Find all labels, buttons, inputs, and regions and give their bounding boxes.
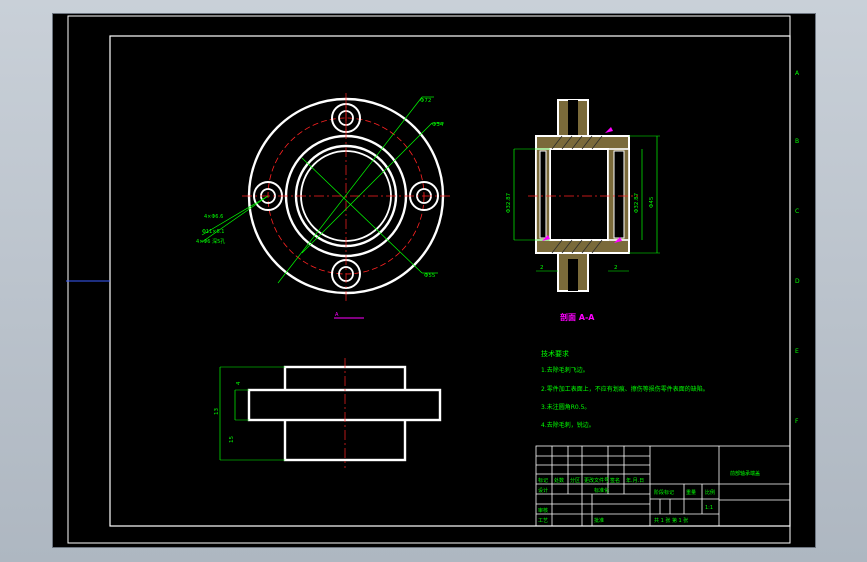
front-view[interactable]: 4 13 15 xyxy=(214,358,442,468)
top-view-flange[interactable]: Φ72 Φ34 Φ55 4×Φ6.6 Φ11×6.1 4×Φ6 深5孔 A xyxy=(196,93,450,319)
dim-hole-a: 4×Φ6.6 xyxy=(204,214,223,220)
notes-item-1: 1.去除毛刺飞边。 xyxy=(541,366,589,374)
dim-sec-b1: 2 xyxy=(540,265,544,271)
notes-title: 技术要求 xyxy=(541,349,569,358)
dim-sec-right: Φ45 xyxy=(649,196,655,208)
tb-fenqu: 分区 xyxy=(570,477,580,484)
dim-front-a: 4 xyxy=(236,381,242,385)
dim-front-b: 13 xyxy=(214,408,220,415)
dim-top-bottom: Φ55 xyxy=(424,273,436,279)
tb-bili: 比例 xyxy=(705,489,715,496)
dim-front-c: 15 xyxy=(229,436,235,443)
tb-gengai: 更改文件号 xyxy=(584,477,609,484)
part-name: 前部轴承端盖 xyxy=(730,470,760,477)
title-block xyxy=(535,445,791,527)
border-label-c: C xyxy=(795,208,799,215)
inner-frame xyxy=(109,35,791,527)
border-label-b: B xyxy=(795,138,799,145)
dim-sec-b2: 2 xyxy=(614,265,618,271)
outer-frame xyxy=(67,15,791,544)
border-labels: A B C D E F xyxy=(795,70,800,425)
tb-chushu: 处数 xyxy=(554,477,564,484)
notes-item-2: 2.零件加工表面上，不应有划痕、擦伤等损伤零件表面的缺陷。 xyxy=(541,385,709,393)
dim-hole-c: 4×Φ6 深5孔 xyxy=(196,238,225,245)
dim-top-outer: Φ72 xyxy=(420,98,431,104)
border-label-d: D xyxy=(795,278,800,285)
tb-biaozhunhua: 标准化 xyxy=(594,487,609,494)
border-label-a: A xyxy=(795,70,800,77)
border-label-e: E xyxy=(795,348,799,355)
cad-viewport[interactable]: A B C D E F Φ72 Φ34 Φ55 4×Φ6.6 Φ11×6.1 4… xyxy=(52,13,816,548)
section-marker: A xyxy=(335,312,339,318)
tb-qianming: 签名 xyxy=(610,477,620,484)
tb-sheji: 设计 xyxy=(538,487,548,494)
tb-zhongliang: 重量 xyxy=(686,489,696,496)
tb-bili-value: 1:1 xyxy=(705,505,713,511)
title-block-text: 前部轴承端盖 标记 处数 分区 更改文件号 签名 年.月.日 设计 标准化 阶段… xyxy=(538,470,760,524)
border-label-f: F xyxy=(795,418,799,425)
notes-item-4: 4.去除毛刺，锐边。 xyxy=(541,421,595,429)
tb-sheet: 共 1 张 第 1 张 xyxy=(654,517,688,524)
tb-biaoji: 标记 xyxy=(538,477,548,484)
section-view[interactable]: Φ32.87 Φ32.87 Φ45 2 2 剖面 A-A xyxy=(506,99,660,322)
drawing-canvas: A B C D E F Φ72 Φ34 Φ55 4×Φ6.6 Φ11×6.1 4… xyxy=(66,15,800,544)
dim-hole-b: Φ11×6.1 xyxy=(202,229,224,235)
tb-pizhun: 批准 xyxy=(594,517,604,524)
tb-shenhe: 审核 xyxy=(538,507,548,514)
technical-notes: 技术要求 1.去除毛刺飞边。 2.零件加工表面上，不应有划痕、擦伤等损伤零件表面… xyxy=(541,349,709,429)
tb-nianyueri: 年.月.日 xyxy=(626,477,644,484)
dim-sec-mid: Φ32.87 xyxy=(634,192,640,213)
tb-jieduan: 阶段标记 xyxy=(654,489,674,496)
dim-top-mid: Φ34 xyxy=(432,122,444,128)
section-label: 剖面 A-A xyxy=(560,312,595,322)
dim-sec-left: Φ32.87 xyxy=(506,192,512,213)
notes-item-3: 3.未注圆角R0.5。 xyxy=(541,403,590,411)
tb-gongyi: 工艺 xyxy=(538,518,548,524)
